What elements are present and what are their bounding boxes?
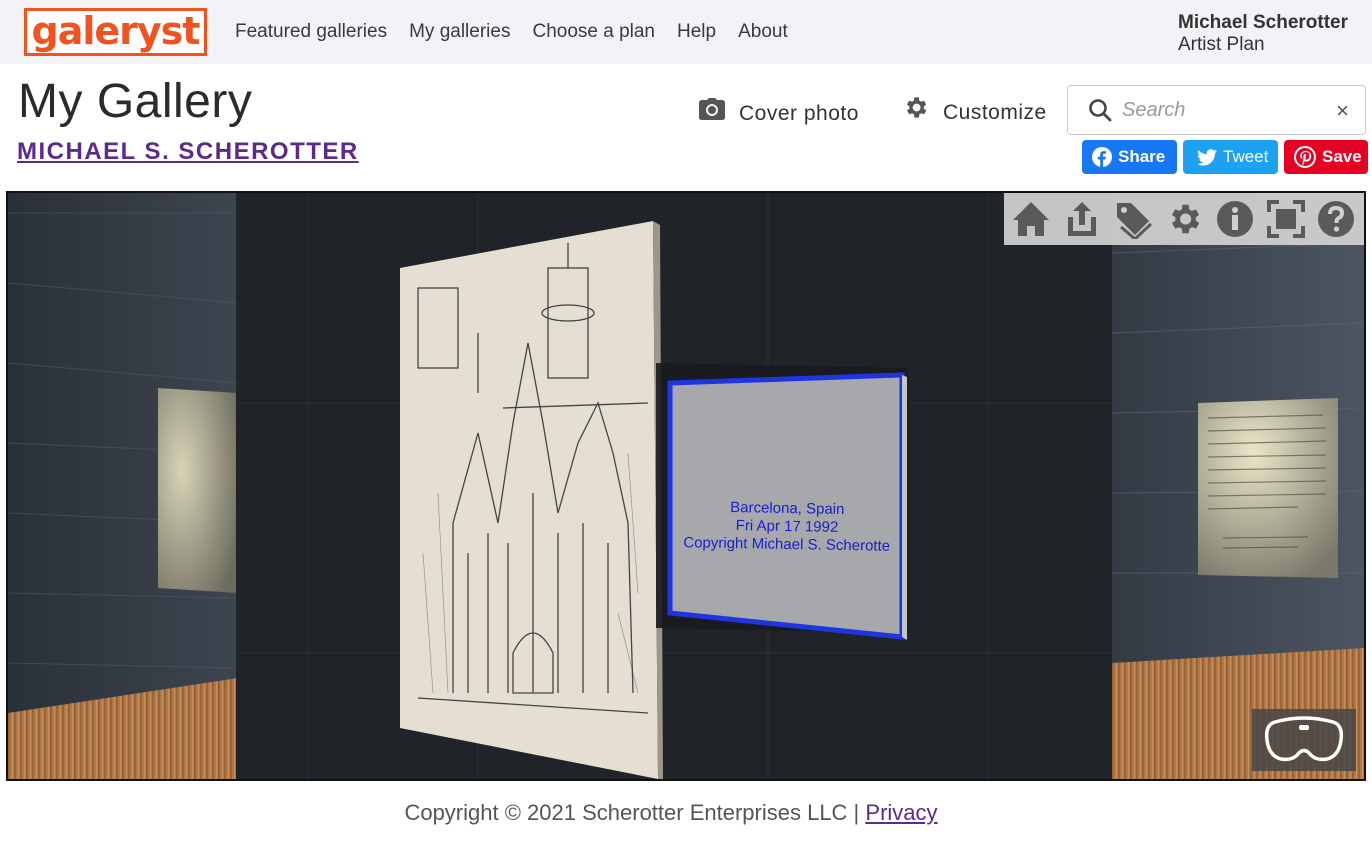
facebook-icon (1092, 147, 1112, 167)
nav-my-galleries[interactable]: My galleries (409, 21, 510, 43)
artwork-info-card[interactable]: Barcelona, Spain Fri Apr 17 1992 Copyrig… (670, 376, 904, 638)
vr-headset-icon (1264, 716, 1344, 762)
twitter-tweet-button[interactable]: Tweet (1183, 140, 1278, 174)
user-menu[interactable]: Michael Scherotter Artist Plan (1178, 12, 1356, 56)
share-icon[interactable] (1060, 197, 1104, 241)
facebook-share-label: Share (1118, 147, 1166, 166)
gallery-3d-viewport[interactable]: Barcelona, Spain Fri Apr 17 1992 Copyrig… (6, 191, 1366, 781)
user-name: Michael Scherotter (1178, 12, 1348, 33)
cover-photo-button[interactable]: Cover photo (699, 96, 859, 126)
clear-search-icon[interactable]: × (1336, 98, 1349, 124)
pinterest-save-label: Save (1322, 147, 1362, 166)
user-plan: Artist Plan (1178, 34, 1265, 55)
main-nav: Featured galleries My galleries Choose a… (235, 0, 810, 64)
artwork-info-text: Barcelona, Spain Fri Apr 17 1992 Copyrig… (670, 498, 905, 556)
camera-icon (699, 97, 725, 125)
tag-icon[interactable] (1111, 197, 1155, 241)
gear-icon (902, 94, 929, 126)
fullscreen-icon[interactable] (1264, 197, 1308, 241)
nav-featured-galleries[interactable]: Featured galleries (235, 21, 387, 43)
nav-choose-plan[interactable]: Choose a plan (532, 21, 655, 43)
twitter-tweet-label: Tweet (1223, 147, 1269, 166)
search-icon (1089, 99, 1112, 122)
logo-text: galeryst (31, 9, 201, 53)
galeryst-logo[interactable]: galeryst (24, 8, 207, 56)
customize-label: Customize (943, 101, 1047, 124)
copyright-text: Copyright © 2021 Scherotter Enterprises … (404, 800, 860, 825)
search-box: × (1067, 85, 1366, 135)
settings-gear-icon[interactable] (1162, 197, 1206, 241)
customize-button[interactable]: Customize (902, 94, 1047, 126)
footer: Copyright © 2021 Scherotter Enterprises … (0, 800, 1342, 826)
vr-headset-button[interactable] (1252, 709, 1356, 771)
top-navbar: galeryst Featured galleries My galleries… (0, 0, 1372, 64)
info-icon[interactable] (1213, 197, 1257, 241)
search-input[interactable] (1122, 96, 1322, 124)
cover-photo-label: Cover photo (739, 102, 859, 125)
artist-link[interactable]: MICHAEL S. SCHEROTTER (17, 138, 359, 166)
twitter-icon (1197, 148, 1217, 166)
share-buttons: Share Tweet Save (1082, 140, 1368, 174)
viewer-toolbar (1004, 193, 1364, 245)
pinterest-save-button[interactable]: Save (1284, 140, 1368, 174)
help-icon[interactable] (1314, 197, 1358, 241)
page-title: My Gallery (18, 75, 253, 128)
nav-help[interactable]: Help (677, 21, 716, 43)
facebook-share-button[interactable]: Share (1082, 140, 1177, 174)
pinterest-icon (1294, 146, 1316, 168)
artwork-copyright: Copyright Michael S. Scherotte (683, 534, 891, 555)
privacy-link[interactable]: Privacy (865, 800, 937, 825)
nav-about[interactable]: About (738, 21, 788, 43)
home-icon[interactable] (1009, 197, 1053, 241)
